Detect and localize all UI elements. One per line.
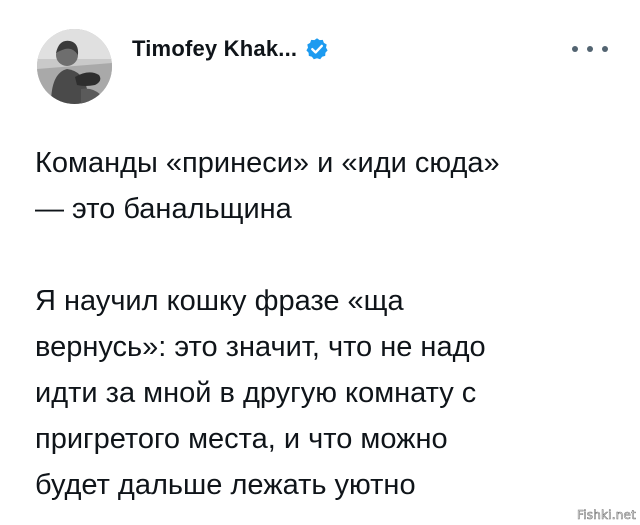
author-name[interactable]: Timofey Khak... bbox=[132, 36, 297, 62]
tweet-line: Я научил кошку фразе «ща bbox=[35, 285, 404, 317]
more-options-icon[interactable] bbox=[572, 42, 608, 56]
tweet-line: пригретого места, и что можно bbox=[35, 423, 448, 455]
avatar[interactable] bbox=[37, 29, 112, 104]
tweet-line: идти за мной в другую комнату с bbox=[35, 377, 477, 409]
verified-badge-icon bbox=[305, 37, 329, 61]
avatar-photo bbox=[37, 29, 112, 104]
tweet-text: Команды «принеси» и «иди сюда» — это бан… bbox=[35, 140, 625, 508]
author-row[interactable]: Timofey Khak... bbox=[132, 36, 329, 62]
watermark: Fishki.net bbox=[576, 508, 636, 523]
tweet-line: — это банальщина bbox=[35, 193, 292, 225]
more-dot bbox=[572, 46, 578, 52]
more-dot bbox=[602, 46, 608, 52]
tweet-line: будет дальше лежать уютно bbox=[35, 469, 416, 501]
tweet-line: вернусь»: это значит, что не надо bbox=[35, 331, 486, 363]
tweet-line: Команды «принеси» и «иди сюда» bbox=[35, 147, 500, 179]
more-dot bbox=[587, 46, 593, 52]
